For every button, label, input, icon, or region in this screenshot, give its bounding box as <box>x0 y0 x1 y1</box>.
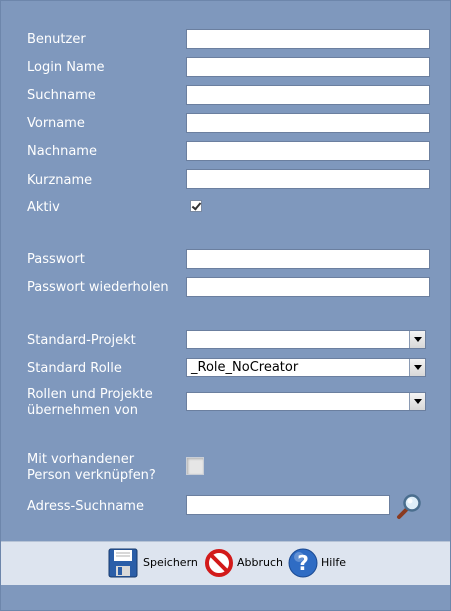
label-passwort: Passwort <box>27 252 85 267</box>
login-name-input[interactable] <box>186 57 430 77</box>
label-nachname: Nachname <box>27 144 97 159</box>
label-kurzname: Kurzname <box>27 173 93 188</box>
standard-projekt-select[interactable] <box>186 330 426 349</box>
form-panel: Benutzer Login Name Suchname Vorname Nac… <box>0 0 451 611</box>
kurzname-input[interactable] <box>186 169 430 189</box>
prohibited-icon <box>205 549 233 577</box>
standard-rolle-value: _Role_NoCreator <box>191 360 299 375</box>
cancel-button[interactable]: Abbruch <box>203 547 285 579</box>
label-vorname: Vorname <box>27 116 85 131</box>
magnifier-icon <box>397 494 421 519</box>
suchname-input[interactable] <box>186 85 430 105</box>
standard-rolle-select[interactable]: _Role_NoCreator <box>186 358 426 377</box>
label-person-line1: Mit vorhandener <box>27 452 135 467</box>
benutzer-input[interactable] <box>186 29 430 49</box>
nachname-input[interactable] <box>186 141 430 161</box>
label-passwort-wiederholen: Passwort wiederholen <box>27 280 169 295</box>
chevron-down-icon[interactable] <box>409 359 425 376</box>
footer-toolbar: Speichern Abbruch ? Hilfe <box>1 541 450 585</box>
rollen-uebernehmen-select[interactable] <box>186 392 426 411</box>
passwort-wiederholen-input[interactable] <box>186 277 430 297</box>
vorname-input[interactable] <box>186 113 430 133</box>
help-label: Hilfe <box>321 556 347 569</box>
help-button[interactable]: ? Hilfe <box>287 547 351 579</box>
label-adress-suchname: Adress-Suchname <box>27 499 144 514</box>
label-aktiv: Aktiv <box>27 200 60 215</box>
chevron-down-icon[interactable] <box>409 331 425 348</box>
label-rollen-line1: Rollen und Projekte <box>27 387 153 402</box>
label-suchname: Suchname <box>27 88 96 103</box>
label-rollen-line2: übernehmen von <box>27 403 139 418</box>
aktiv-checkbox[interactable] <box>190 200 202 212</box>
label-benutzer: Benutzer <box>27 32 86 47</box>
svg-text:?: ? <box>297 551 309 575</box>
label-standard-rolle: Standard Rolle <box>27 361 122 376</box>
label-standard-projekt: Standard-Projekt <box>27 333 136 348</box>
label-login-name: Login Name <box>27 60 105 75</box>
person-verknuepfen-checkbox[interactable] <box>186 457 204 475</box>
cancel-label: Abbruch <box>237 556 284 569</box>
search-button[interactable] <box>396 492 424 520</box>
save-button[interactable]: Speichern <box>107 547 198 579</box>
chevron-down-icon[interactable] <box>409 393 425 410</box>
label-person-line2: Person verknüpfen? <box>27 468 156 483</box>
floppy-disk-icon <box>108 548 138 578</box>
question-mark-icon: ? <box>288 548 318 578</box>
save-label: Speichern <box>143 556 198 569</box>
adress-suchname-input[interactable] <box>186 495 390 515</box>
passwort-input[interactable] <box>186 249 430 269</box>
